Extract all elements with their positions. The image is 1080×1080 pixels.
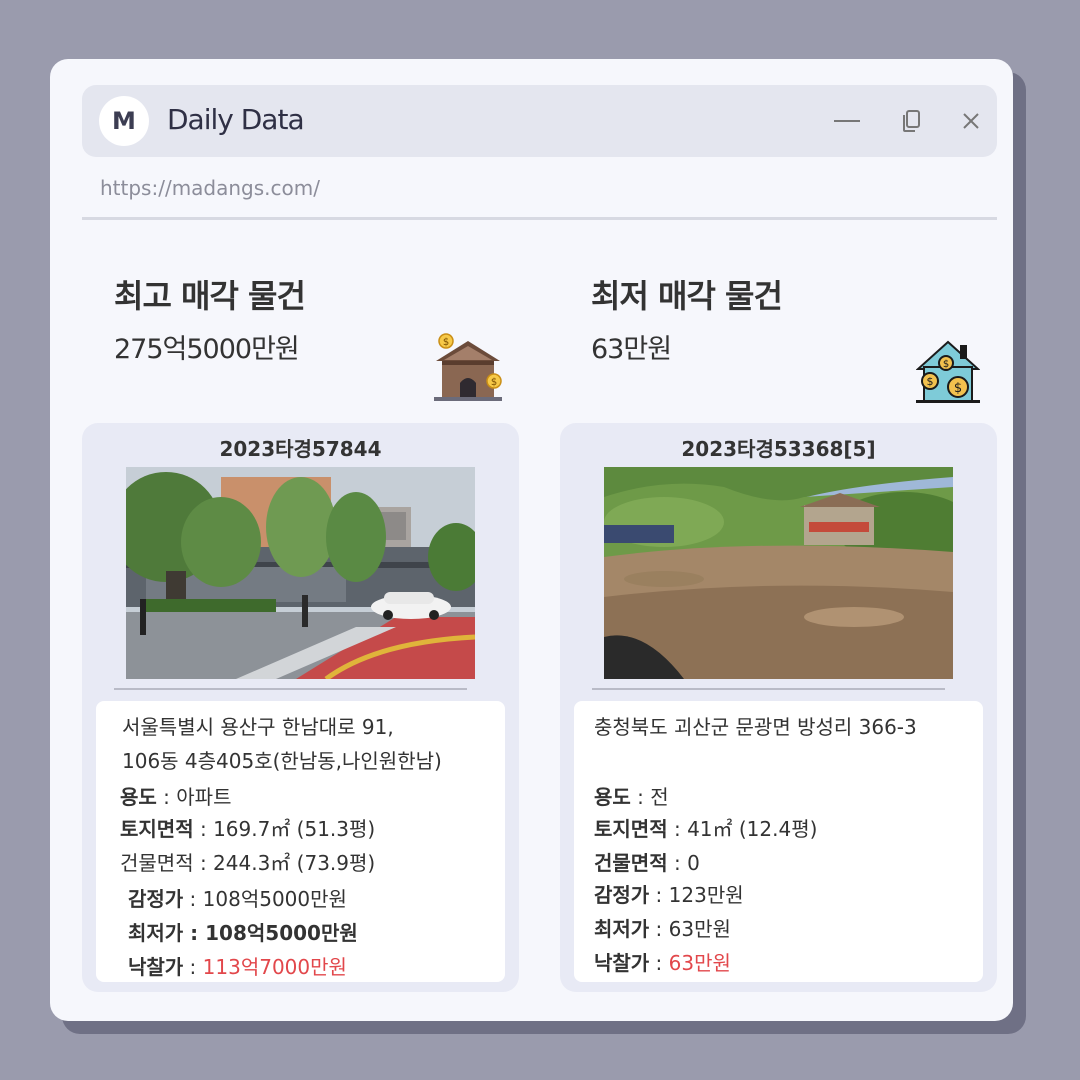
usage-label: 용도 [594,785,631,809]
copy-button[interactable] [893,103,929,139]
building-area-row: 건물면적 : 244.3㎡ (73.9평) [120,851,376,875]
usage-label: 용도 [120,785,157,809]
lowest-price: 63만원 [591,334,672,365]
url-text[interactable]: https://madangs.com/ [100,176,320,200]
house-money-icon: $ $ [432,333,504,409]
property-photo[interactable] [126,467,475,679]
min-price-row: 최저가 : 63만원 [594,913,731,942]
min-price-row: 최저가 : 108억5000만원 [128,917,358,946]
land-area-row: 토지면적 : 169.7㎡ (51.3평) [120,813,375,842]
copy-icon [903,110,920,132]
winning-bid-label: 낙찰가 [594,951,650,975]
appraisal-row: 감정가 : 108억5000만원 [128,883,347,912]
close-icon [963,113,979,129]
avatar[interactable]: M [99,96,149,146]
highest-heading: 최고 매각 물건 [114,277,306,315]
highest-price: 275억5000만원 [114,334,300,365]
address-line-2: 106동 4층405호(한남동,나인원한남) [122,749,442,773]
usage-row: 용도 : 전 [594,781,669,810]
app-window: M Daily Data https://madangs.com/ 최고 매각 … [50,59,1013,1021]
property-info: 충청북도 괴산군 문광면 방성리 366-3 용도 : 전 토지면적 : 41㎡… [574,701,983,982]
winning-bid-value: 113억7000만원 [202,955,347,979]
usage-value: : 전 [630,785,669,809]
property-info: 서울특별시 용산구 한남대로 91, 106동 4층405호(한남동,나인원한남… [96,701,505,982]
usage-row: 용도 : 아파트 [120,781,231,810]
svg-text:$: $ [443,337,449,348]
building-area-value: : 0 [667,851,700,875]
appraisal-label: 감정가 [594,883,650,907]
winning-bid-row: 낙찰가 : 63만원 [594,947,731,976]
card-divider [114,688,467,690]
usage-value: : 아파트 [156,785,232,809]
svg-text:$: $ [954,381,962,396]
svg-text:$: $ [927,375,934,388]
land-area-row: 토지면적 : 41㎡ (12.4평) [594,813,817,842]
app-title: Daily Data [167,103,305,136]
svg-text:$: $ [491,377,497,388]
appraisal-label: 감정가 [128,887,184,911]
min-price-value: : 63만원 [649,917,731,941]
appraisal-value: : 108억5000만원 [183,887,347,911]
building-area-label: 건물면적 [594,851,668,875]
case-id: 2023타경53368[5] [681,437,876,461]
winning-bid-row: 낙찰가 : 113억7000만원 [128,951,347,980]
house-coins-icon: $ $ $ [915,339,981,409]
minimize-icon [834,120,860,122]
highest-card[interactable]: 2023타경57844 서울특별시 용산구 한남대로 91, 106동 4층40… [82,423,519,992]
close-button[interactable] [953,103,989,139]
min-price-label: 최저가 [594,917,650,941]
address-line-1: 충청북도 괴산군 문광면 방성리 366-3 [594,715,917,739]
appraisal-row: 감정가 : 123만원 [594,879,744,908]
min-price-label: 최저가 [128,921,184,945]
land-area-value: : 41㎡ (12.4평) [667,817,818,841]
url-divider [82,217,997,220]
property-photo[interactable] [604,467,953,679]
lowest-card[interactable]: 2023타경53368[5] 충청북도 괴산군 문광면 방성리 366-3 용도… [560,423,997,992]
case-id: 2023타경57844 [219,437,382,461]
land-area-label: 토지면적 [120,817,194,841]
land-area-label: 토지면적 [594,817,668,841]
building-area-row: 건물면적 : 0 [594,847,700,876]
address-line-1: 서울특별시 용산구 한남대로 91, [122,715,394,739]
lowest-heading: 최저 매각 물건 [591,277,783,315]
appraisal-value: : 123만원 [649,883,744,907]
winning-bid-sep: : [183,955,203,979]
svg-text:$: $ [943,359,949,370]
land-area-value: : 169.7㎡ (51.3평) [193,817,376,841]
minimize-button[interactable] [829,103,865,139]
winning-bid-sep: : [649,951,669,975]
min-price-value: : 108억5000만원 [183,921,358,945]
card-divider [592,688,945,690]
winning-bid-label: 낙찰가 [128,955,184,979]
title-bar: M Daily Data [82,85,997,157]
winning-bid-value: 63만원 [668,951,731,975]
